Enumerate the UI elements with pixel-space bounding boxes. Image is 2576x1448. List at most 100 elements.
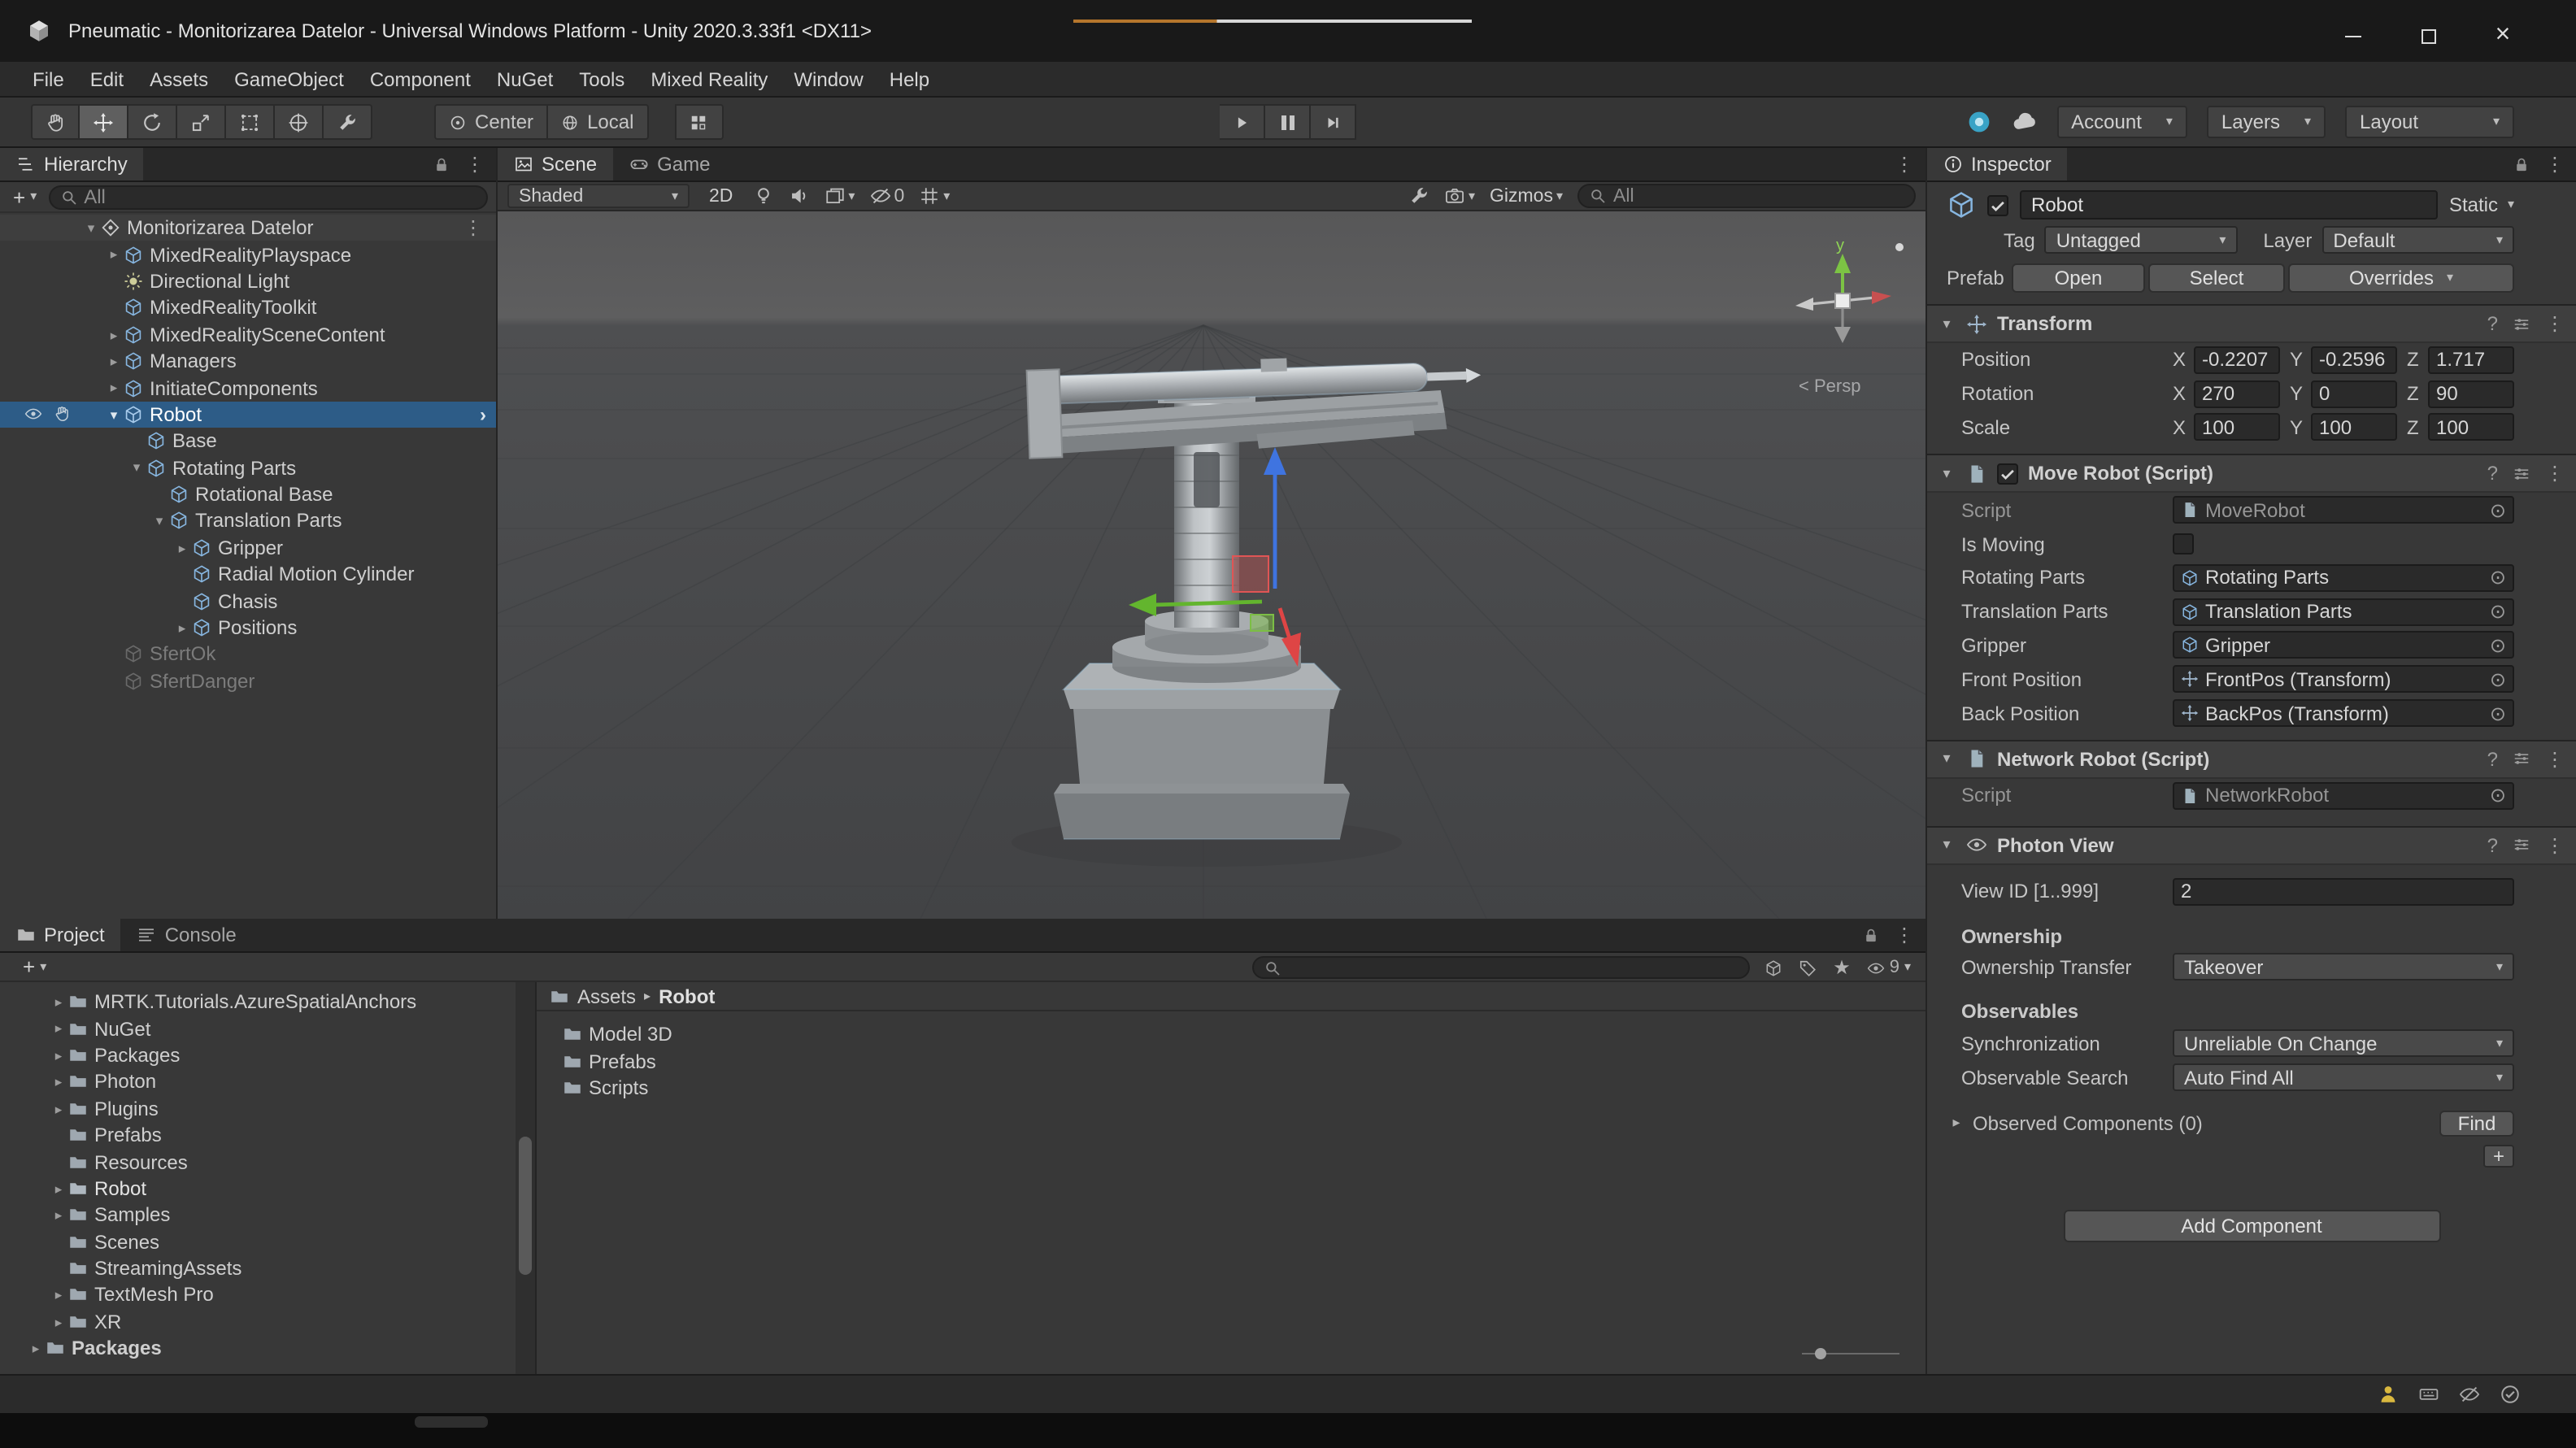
kebab-menu-icon[interactable]: ⋮ — [1895, 154, 1914, 174]
gizmo-plane-handle-red[interactable] — [1233, 556, 1268, 592]
project-folder[interactable]: ▸Plugins — [0, 1095, 535, 1122]
position-y-field[interactable]: -0.2596 — [2311, 346, 2397, 374]
object-picker-icon[interactable]: ⊙ — [2490, 786, 2506, 806]
lock-icon[interactable] — [433, 155, 450, 173]
2d-toggle-button[interactable]: 2D — [704, 186, 738, 206]
object-picker-icon[interactable]: ⊙ — [2490, 636, 2506, 655]
keyboard-icon[interactable] — [2418, 1384, 2439, 1405]
foldout-open-icon[interactable]: ▾ — [150, 514, 169, 528]
scale-y-field[interactable]: 100 — [2311, 414, 2397, 441]
hierarchy-item[interactable]: ▸MixedRealitySceneContent — [0, 321, 496, 348]
help-icon[interactable]: ? — [2487, 463, 2498, 485]
project-folder[interactable]: ▸MRTK.Tutorials.AzureSpatialAnchors — [0, 989, 535, 1015]
thumbnail-zoom-slider[interactable] — [1802, 1345, 1899, 1361]
hierarchy-item[interactable]: ▸InitiateComponents — [0, 375, 496, 402]
object-picker-icon[interactable]: ⊙ — [2490, 703, 2506, 723]
foldout-closed-icon[interactable]: ▸ — [172, 541, 192, 554]
grid-visibility-dropdown[interactable]: ▾ — [919, 185, 950, 207]
foldout-closed-icon[interactable]: ▸ — [26, 1341, 46, 1355]
kebab-menu-icon[interactable]: ⋮ — [2545, 836, 2565, 855]
layer-dropdown[interactable]: Default▾ — [2321, 226, 2514, 254]
foldout-open-icon[interactable]: ▾ — [104, 407, 124, 421]
help-icon[interactable]: ? — [2487, 834, 2498, 857]
ownership-transfer-dropdown[interactable]: Takeover▾ — [2173, 954, 2514, 981]
position-z-field[interactable]: 1.717 — [2428, 346, 2514, 374]
foldout-closed-icon[interactable]: ▸ — [104, 354, 124, 368]
gripper-field[interactable]: Gripper⊙ — [2173, 632, 2514, 659]
hierarchy-item[interactable]: Rotational Base — [0, 481, 496, 508]
tab-inspector[interactable]: Inspector — [1927, 148, 2068, 180]
pivot-toggle-button[interactable]: Center — [434, 104, 548, 140]
menu-component[interactable]: Component — [357, 62, 484, 96]
kebab-menu-icon[interactable]: ⋮ — [2545, 464, 2565, 484]
active-checkbox[interactable] — [1987, 194, 2008, 215]
project-folder[interactable]: Scenes — [0, 1228, 535, 1255]
presets-icon[interactable] — [2513, 315, 2530, 333]
move-robot-component-header[interactable]: ▾ Move Robot (Script) ?⋮ — [1927, 454, 2576, 494]
project-folder[interactable]: Prefabs — [0, 1122, 535, 1149]
find-button[interactable]: Find — [2439, 1111, 2514, 1137]
foldout-closed-icon[interactable]: ▸ — [49, 1022, 68, 1036]
menu-mixed-reality[interactable]: Mixed Reality — [637, 62, 781, 96]
kebab-menu-icon[interactable]: ⋮ — [463, 216, 483, 239]
rect-tool-button[interactable] — [226, 104, 275, 140]
rotating-parts-field[interactable]: Rotating Parts⊙ — [2173, 564, 2514, 592]
project-folder[interactable]: Resources — [0, 1149, 535, 1176]
mrtk-person-icon[interactable] — [2378, 1384, 2399, 1405]
close-button[interactable]: × — [2465, 13, 2540, 59]
gizmo-plane-handle-green[interactable] — [1251, 615, 1273, 631]
foldout-closed-icon[interactable]: ▸ — [49, 1102, 68, 1115]
account-dropdown[interactable]: Account▾ — [2056, 106, 2187, 138]
grid-snap-button[interactable] — [674, 104, 723, 140]
prefab-select-button[interactable]: Select — [2148, 263, 2285, 293]
hierarchy-scene-row[interactable]: ▾Monitorizarea Datelor⋮ — [0, 215, 496, 241]
prefab-open-button[interactable]: Open — [2012, 263, 2145, 293]
scene-search-input[interactable]: All — [1577, 184, 1916, 208]
create-object-button[interactable]: +▾ — [8, 185, 41, 209]
object-picker-icon[interactable]: ⊙ — [2490, 501, 2506, 520]
add-component-button[interactable]: Add Component — [2063, 1210, 2440, 1242]
scale-z-field[interactable]: 100 — [2428, 414, 2514, 441]
maximize-button[interactable] — [2391, 13, 2465, 59]
menu-tools[interactable]: Tools — [566, 62, 637, 96]
component-enabled-checkbox[interactable] — [1997, 463, 2018, 485]
is-moving-checkbox[interactable] — [2173, 533, 2194, 554]
visibility-eye-icon[interactable] — [24, 406, 42, 424]
synchronization-dropdown[interactable]: Unreliable On Change▾ — [2173, 1030, 2514, 1058]
tab-game[interactable]: Game — [613, 148, 726, 180]
scale-tool-button[interactable] — [177, 104, 226, 140]
hierarchy-item[interactable]: Chasis — [0, 588, 496, 615]
audio-toggle-icon[interactable] — [788, 185, 809, 207]
search-by-label-icon[interactable] — [1799, 959, 1817, 976]
script-field[interactable]: MoveRobot⊙ — [2173, 497, 2514, 524]
hierarchy-item[interactable]: ▾Rotating Parts — [0, 454, 496, 481]
tag-dropdown[interactable]: Untagged▾ — [2045, 226, 2238, 254]
foldout-closed-icon[interactable]: ▸ — [49, 1181, 68, 1195]
menu-gameobject[interactable]: GameObject — [221, 62, 357, 96]
prefab-open-chevron-icon[interactable]: › — [480, 403, 486, 426]
tab-hierarchy[interactable]: Hierarchy — [0, 148, 144, 180]
transform-component-header[interactable]: ▾ Transform ?⋮ — [1927, 304, 2576, 343]
play-button[interactable] — [1220, 104, 1265, 140]
object-picker-icon[interactable]: ⊙ — [2490, 602, 2506, 621]
hierarchy-item[interactable]: ▸MixedRealityPlayspace — [0, 241, 496, 268]
add-observable-button[interactable]: + — [2483, 1145, 2514, 1168]
kebab-menu-icon[interactable]: ⋮ — [2545, 154, 2565, 174]
static-dropdown[interactable]: Static▾ — [2449, 194, 2514, 216]
check-circle-icon[interactable] — [2500, 1384, 2521, 1405]
hierarchy-item[interactable]: ▸Gripper — [0, 534, 496, 561]
rotation-z-field[interactable]: 90 — [2428, 380, 2514, 407]
project-folder[interactable]: ▸Samples — [0, 1202, 535, 1228]
help-icon[interactable]: ? — [2487, 312, 2498, 335]
foldout-closed-icon[interactable]: ▸ — [49, 1315, 68, 1328]
hierarchy-item[interactable]: ▾Translation Parts — [0, 508, 496, 535]
kebab-menu-icon[interactable]: ⋮ — [465, 154, 485, 174]
tab-project[interactable]: Project — [0, 919, 121, 951]
kebab-menu-icon[interactable]: ⋮ — [2545, 314, 2565, 333]
move-tool-button[interactable] — [80, 104, 128, 140]
foldout-closed-icon[interactable]: ▸ — [104, 381, 124, 395]
eye-off-icon[interactable] — [2459, 1384, 2480, 1405]
hierarchy-item[interactable]: Radial Motion Cylinder — [0, 561, 496, 588]
pause-button[interactable] — [1265, 104, 1311, 140]
hidden-packages-toggle[interactable]: 9 ▾ — [1867, 958, 1911, 977]
